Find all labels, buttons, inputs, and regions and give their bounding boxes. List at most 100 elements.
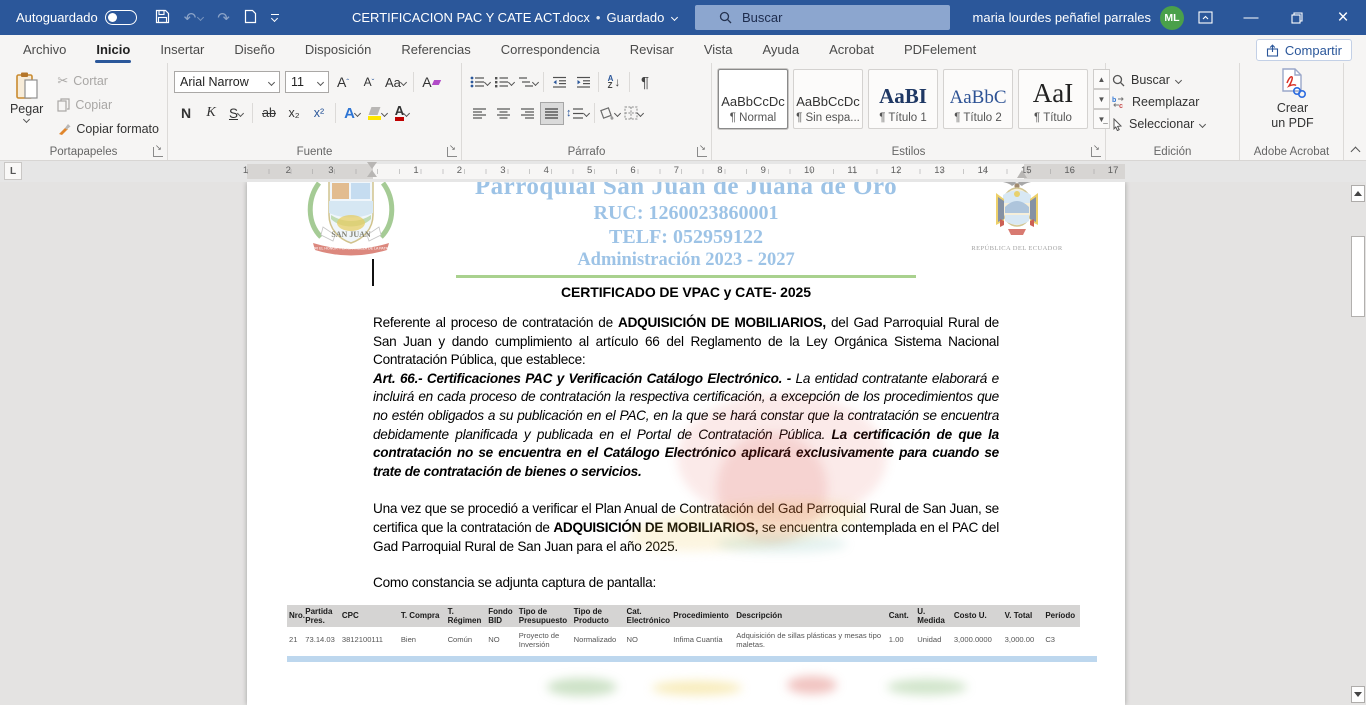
tab-stop-selector[interactable]: L — [4, 162, 22, 180]
underline-button[interactable]: S — [224, 102, 248, 125]
document-page[interactable]: SAN JUAN POR EL HONOR Y LA GRANDEZA DE L… — [247, 182, 1125, 705]
paragraph-4[interactable]: Como constancia se adjunta captura de pa… — [373, 574, 999, 593]
shading-button[interactable] — [598, 102, 622, 125]
style-titulo-2[interactable]: AaBbC ¶ Título 2 — [943, 69, 1013, 129]
minimize-button[interactable]: — — [1228, 0, 1274, 35]
style-titulo-1[interactable]: AaBI ¶ Título 1 — [868, 69, 938, 129]
tab-referencias[interactable]: Referencias — [386, 35, 485, 63]
cut-button[interactable]: ✂ Cortar — [53, 69, 163, 92]
sort-button[interactable]: AZ↓ — [602, 71, 626, 94]
paragraph-2[interactable]: Art. 66.- Certificaciones PAC y Verifica… — [373, 370, 999, 482]
document-heading[interactable]: CERTIFICADO DE VPAC y CATE- 2025 — [373, 284, 999, 300]
align-left-button[interactable] — [468, 102, 492, 125]
text-effects-button[interactable]: A — [340, 102, 364, 125]
copy-button[interactable]: Copiar — [53, 93, 163, 116]
font-size-combo[interactable]: 11 — [285, 71, 329, 93]
style-sin-espaciado[interactable]: AaBbCcDc ¶ Sin espa... — [793, 69, 863, 129]
paragraph-1[interactable]: Referente al proceso de contratación de … — [373, 314, 999, 370]
tab-archivo[interactable]: Archivo — [8, 35, 81, 63]
table-cell: 21 — [287, 627, 303, 653]
ruler-number: 17 — [1108, 165, 1119, 176]
create-pdf-button[interactable]: Crear un PDF — [1271, 67, 1313, 131]
save-icon[interactable] — [155, 9, 170, 27]
document-title[interactable]: CERTIFICACION PAC Y CATE ACT.docx • Guar… — [352, 0, 677, 35]
parrafo-dialog-launcher[interactable] — [697, 147, 707, 157]
tab-inicio[interactable]: Inicio — [81, 35, 145, 63]
find-button[interactable]: Buscar — [1112, 69, 1235, 91]
tab-acrobat[interactable]: Acrobat — [814, 35, 889, 63]
customize-qat-icon[interactable] — [271, 14, 279, 21]
account-area[interactable]: maria lourdes peñafiel parrales ML — [973, 0, 1184, 35]
shrink-font-button[interactable]: Aˇ — [357, 71, 381, 94]
superscript-button[interactable]: x² — [307, 102, 331, 125]
bold-button[interactable]: N — [174, 102, 198, 125]
avatar[interactable]: ML — [1160, 6, 1184, 30]
autosave-control[interactable]: Autoguardado — [16, 10, 137, 25]
tab-disposicion[interactable]: Disposición — [290, 35, 386, 63]
align-right-button[interactable] — [516, 102, 540, 125]
format-painter-button[interactable]: Copiar formato — [53, 117, 163, 140]
share-button[interactable]: Compartir — [1256, 39, 1352, 61]
italic-button[interactable]: K — [199, 102, 223, 125]
collapse-ribbon-icon[interactable] — [1351, 145, 1360, 154]
show-marks-button[interactable]: ¶ — [633, 71, 657, 94]
pac-table: Nro.Partida Pres.CPCT. CompraT. RégimenF… — [287, 605, 1080, 653]
multilevel-list-button[interactable] — [516, 71, 540, 94]
fuente-dialog-launcher[interactable] — [447, 147, 457, 157]
borders-button[interactable] — [622, 102, 646, 125]
subscript-button[interactable]: x₂ — [282, 102, 306, 125]
highlight-color-button[interactable] — [365, 102, 389, 125]
increase-indent-button[interactable] — [571, 71, 595, 94]
scrollbar-thumb[interactable] — [1351, 236, 1365, 317]
ruler-number: 16 — [1064, 165, 1075, 176]
line-spacing-button[interactable]: ↕ — [564, 102, 591, 125]
clear-formatting-button[interactable]: A — [419, 71, 443, 94]
indent-marker-icon[interactable] — [367, 162, 377, 169]
tab-insertar[interactable]: Insertar — [145, 35, 219, 63]
tab-revisar[interactable]: Revisar — [615, 35, 689, 63]
tab-ayuda[interactable]: Ayuda — [747, 35, 814, 63]
tab-vista[interactable]: Vista — [689, 35, 748, 63]
search-input[interactable]: Buscar — [695, 5, 950, 30]
tab-correspondencia[interactable]: Correspondencia — [486, 35, 615, 63]
portapapeles-dialog-launcher[interactable] — [153, 147, 163, 157]
search-placeholder: Buscar — [742, 10, 782, 25]
paste-button[interactable]: Pegar — [6, 69, 47, 142]
horizontal-ruler[interactable]: 3211234567891011121314151617 — [247, 164, 1125, 179]
estilos-dialog-launcher[interactable] — [1091, 147, 1101, 157]
redo-icon[interactable]: ↷ — [217, 9, 230, 27]
change-case-button[interactable]: Aa — [383, 71, 408, 94]
bullet-list-button[interactable] — [468, 71, 492, 94]
tab-diseno[interactable]: Diseño — [219, 35, 289, 63]
justify-button[interactable] — [540, 102, 564, 125]
font-name-combo[interactable]: Arial Narrow — [174, 71, 280, 93]
undo-icon[interactable]: ↶ — [184, 9, 204, 27]
header-rule — [456, 275, 916, 278]
replace-button[interactable]: bc Reemplazar — [1112, 91, 1235, 113]
table-header-cell: Procedimiento — [671, 605, 734, 627]
numbered-list-button[interactable] — [492, 71, 516, 94]
grow-font-button[interactable]: Aˆ — [331, 71, 355, 94]
decrease-indent-button[interactable] — [547, 71, 571, 94]
scroll-down-button[interactable] — [1351, 686, 1365, 703]
paragraph-3[interactable]: Una vez que se procedió a verificar el P… — [373, 500, 999, 556]
vertical-scrollbar[interactable] — [1350, 182, 1366, 705]
scroll-up-button[interactable] — [1351, 185, 1365, 202]
restore-button[interactable] — [1274, 0, 1320, 35]
word-window: Autoguardado ↶ ↷ CERTIFICACION PAC Y CAT… — [0, 0, 1366, 705]
table-cell: NO — [624, 627, 671, 653]
strikethrough-button[interactable]: ab — [257, 102, 281, 125]
right-indent-marker-icon[interactable] — [1017, 170, 1027, 178]
close-button[interactable]: × — [1320, 0, 1366, 35]
select-button[interactable]: Seleccionar — [1112, 113, 1235, 135]
tab-pdfelement[interactable]: PDFelement — [889, 35, 991, 63]
style-titulo[interactable]: AaI ¶ Título — [1018, 69, 1088, 129]
align-center-button[interactable] — [492, 102, 516, 125]
new-document-icon[interactable] — [244, 9, 257, 27]
autosave-toggle[interactable] — [105, 10, 137, 25]
font-color-button[interactable]: A — [390, 102, 414, 125]
group-label-parrafo: Párrafo — [462, 146, 711, 158]
ribbon-display-options-icon[interactable] — [1182, 0, 1228, 35]
style-normal[interactable]: AaBbCcDc ¶ Normal — [718, 69, 788, 129]
document-title-text: CERTIFICACION PAC Y CATE ACT.docx — [352, 10, 590, 25]
